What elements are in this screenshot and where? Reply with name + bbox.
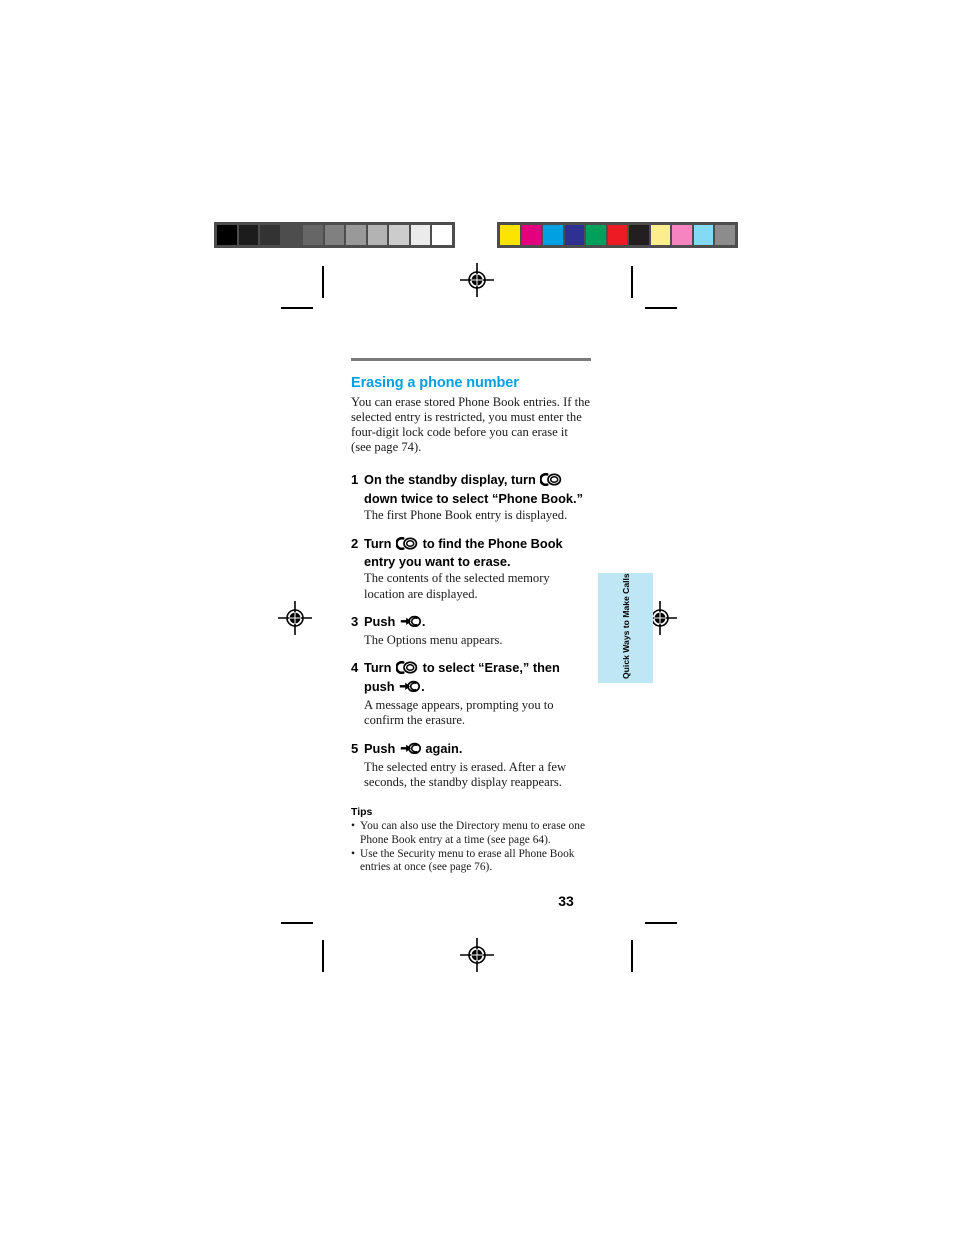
grayscale-patch-7 xyxy=(367,225,388,245)
step-title-text-before: Push xyxy=(364,740,399,756)
registration-target-mark-bottom xyxy=(460,938,494,972)
registration-target-mark-top xyxy=(460,263,494,297)
step-number: 4 xyxy=(351,660,359,676)
jog-dial-turn-icon xyxy=(539,473,562,490)
step-title: On the standby display, turn down twice … xyxy=(364,472,591,507)
color-patch-5 xyxy=(607,225,628,245)
step-number: 2 xyxy=(351,535,359,551)
grayscale-patch-5 xyxy=(324,225,345,245)
step-body: On the standby display, turn down twice … xyxy=(364,472,591,523)
step-description: The selected entry is erased. After a fe… xyxy=(364,759,567,790)
crop-mark-top-right-horizontal xyxy=(645,307,677,309)
tip-text: Use the Security menu to erase all Phone… xyxy=(360,847,575,874)
step-title-text-after: . xyxy=(421,613,426,629)
step-body: Push . The Options menu appears. xyxy=(364,614,591,649)
step-title-text-before: On the standby display, turn xyxy=(364,472,540,488)
registration-target-mark-left xyxy=(278,601,312,635)
color-patch-9 xyxy=(693,225,714,245)
crop-mark-bottom-left-horizontal xyxy=(281,922,313,924)
step-title-text-before: Turn xyxy=(364,660,396,676)
step-title-text-before: Push xyxy=(364,613,399,629)
grayscale-patch-1 xyxy=(238,225,259,245)
page-content: Erasing a phone number You can erase sto… xyxy=(351,358,591,875)
step-body: Push again. The selected entry is erased… xyxy=(364,741,591,791)
crop-mark-bottom-right-horizontal xyxy=(645,922,677,924)
color-patch-2 xyxy=(543,225,563,245)
step-item-4: 4 Turn to select “Erase,” then push . A … xyxy=(351,660,591,728)
step-title-text-after: down twice to select “Phone Book.” xyxy=(364,490,583,506)
bullet-icon: • xyxy=(351,820,355,833)
grayscale-calibration-strip xyxy=(214,222,455,248)
step-title-text-before: Turn xyxy=(364,535,396,551)
step-item-3: 3 Push . The Options menu appears. xyxy=(351,614,591,649)
bullet-icon: • xyxy=(351,847,355,860)
jog-dial-push-icon xyxy=(399,680,421,697)
step-title: Push again. xyxy=(364,741,591,759)
color-patch-7 xyxy=(650,225,671,245)
color-patch-8 xyxy=(672,225,692,245)
page-number: 33 xyxy=(558,893,574,909)
step-description: The contents of the selected memory loca… xyxy=(364,571,550,601)
grayscale-patch-8 xyxy=(389,225,409,245)
jog-dial-push-icon xyxy=(400,742,421,759)
step-title: Push . xyxy=(364,614,591,632)
side-thumb-tab-label: Quick Ways to Make Calls xyxy=(620,573,631,679)
step-body: Turn to find the Phone Book entry you wa… xyxy=(364,536,591,602)
crop-mark-top-left-horizontal xyxy=(281,307,313,309)
step-number: 3 xyxy=(351,613,359,629)
step-number: 1 xyxy=(351,472,359,488)
color-patch-10 xyxy=(715,225,736,245)
grayscale-patch-4 xyxy=(303,225,323,245)
step-title: Turn to select “Erase,” then push . xyxy=(364,660,591,697)
step-body: Turn to select “Erase,” then push . A me… xyxy=(364,660,591,728)
jog-dial-turn-icon xyxy=(395,536,418,554)
color-patch-6 xyxy=(629,225,649,245)
grayscale-patch-3 xyxy=(281,225,302,245)
jog-dial-turn-icon xyxy=(395,661,418,678)
tip-list-item: • You can also use the Directory menu to… xyxy=(351,820,591,847)
tip-list-item: • Use the Security menu to erase all Pho… xyxy=(351,848,591,875)
step-item-1: 1 On the standby display, turn down twic… xyxy=(351,472,591,523)
step-description: The first Phone Book entry is displayed. xyxy=(364,508,568,523)
step-number: 5 xyxy=(351,740,359,756)
grayscale-patch-2 xyxy=(260,225,280,245)
jog-dial-push-icon xyxy=(400,615,421,632)
grayscale-patch-9 xyxy=(410,225,431,245)
grayscale-patch-0 xyxy=(217,225,237,245)
step-description: A message appears, prompting you to conf… xyxy=(364,698,554,728)
crop-mark-top-left-vertical xyxy=(322,266,324,298)
step-item-2: 2 Turn to find the Phone Book entry you … xyxy=(351,536,591,602)
step-description: The Options menu appears. xyxy=(364,633,503,648)
step-title-text-after: . xyxy=(421,678,425,694)
section-intro-paragraph: You can erase stored Phone Book entries.… xyxy=(351,394,590,455)
step-item-5: 5 Push again. The selected entry is eras… xyxy=(351,741,591,791)
color-patch-3 xyxy=(564,225,585,245)
color-patch-0 xyxy=(500,225,520,245)
crop-mark-bottom-right-vertical xyxy=(631,940,633,972)
crop-mark-bottom-left-vertical xyxy=(322,940,324,972)
section-heading: Erasing a phone number xyxy=(351,375,519,391)
color-patch-4 xyxy=(586,225,606,245)
section-divider-rule xyxy=(351,358,591,361)
color-patch-1 xyxy=(521,225,542,245)
tips-label: Tips xyxy=(351,806,373,819)
crop-mark-top-right-vertical xyxy=(631,266,633,298)
step-title: Turn to find the Phone Book entry you wa… xyxy=(364,536,591,571)
tip-text: You can also use the Directory menu to e… xyxy=(360,820,586,846)
color-calibration-strip xyxy=(497,222,738,248)
grayscale-patch-6 xyxy=(346,225,366,245)
tips-block: Tips • You can also use the Directory me… xyxy=(351,806,591,874)
step-title-text-after: again. xyxy=(421,740,463,756)
side-thumb-tab: Quick Ways to Make Calls xyxy=(598,573,653,683)
grayscale-patch-10 xyxy=(432,225,453,245)
